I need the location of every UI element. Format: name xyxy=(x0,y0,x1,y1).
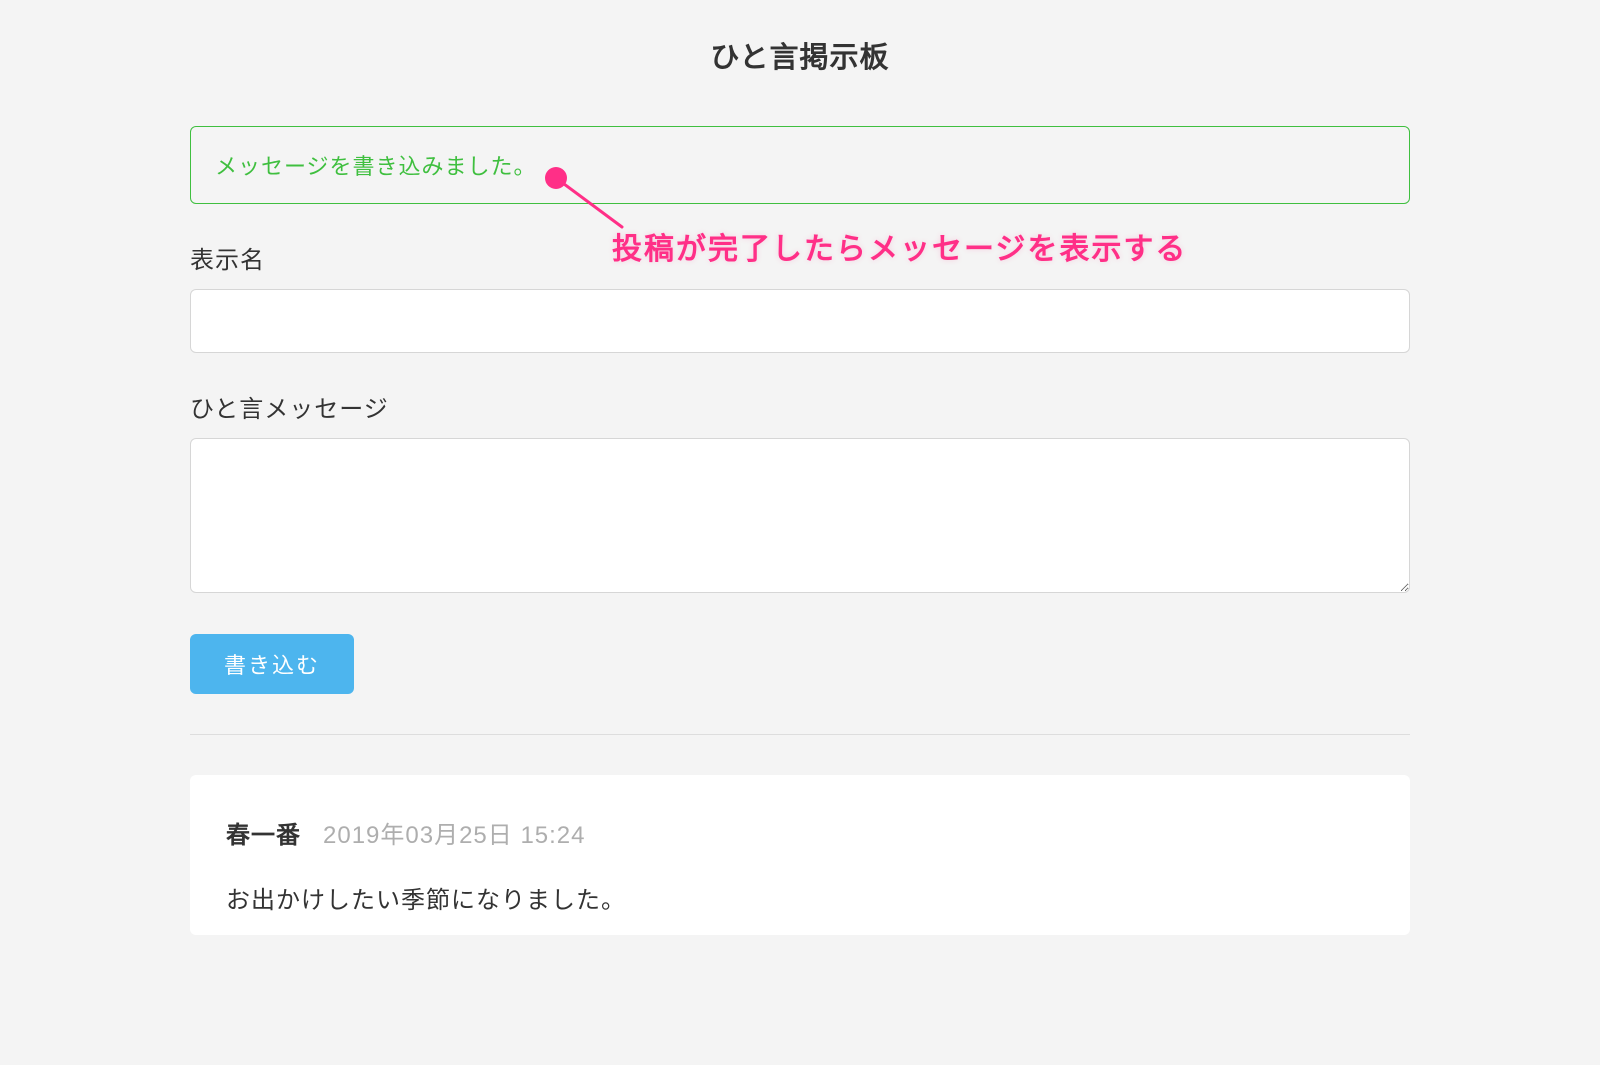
success-alert-text: メッセージを書き込みました。 xyxy=(215,154,537,179)
post-timestamp: 2019年03月25日 15:24 xyxy=(323,815,586,850)
post-body: お出かけしたい季節になりました。 xyxy=(226,880,1374,915)
submit-button[interactable]: 書き込む xyxy=(190,634,354,694)
annotation-text: 投稿が完了したらメッセージを表示する xyxy=(612,224,1187,268)
message-label: ひと言メッセージ xyxy=(190,389,1410,424)
post-author: 春一番 xyxy=(226,815,301,850)
success-alert: メッセージを書き込みました。 xyxy=(190,126,1410,204)
display-name-input[interactable] xyxy=(190,289,1410,353)
annotation-dot-icon xyxy=(545,167,567,189)
page-title: ひと言掲示板 xyxy=(190,34,1410,76)
section-divider xyxy=(190,734,1410,735)
post-card: 春一番 2019年03月25日 15:24 お出かけしたい季節になりました。 xyxy=(190,775,1410,935)
message-textarea[interactable] xyxy=(190,438,1410,593)
post-header: 春一番 2019年03月25日 15:24 xyxy=(226,815,1374,850)
